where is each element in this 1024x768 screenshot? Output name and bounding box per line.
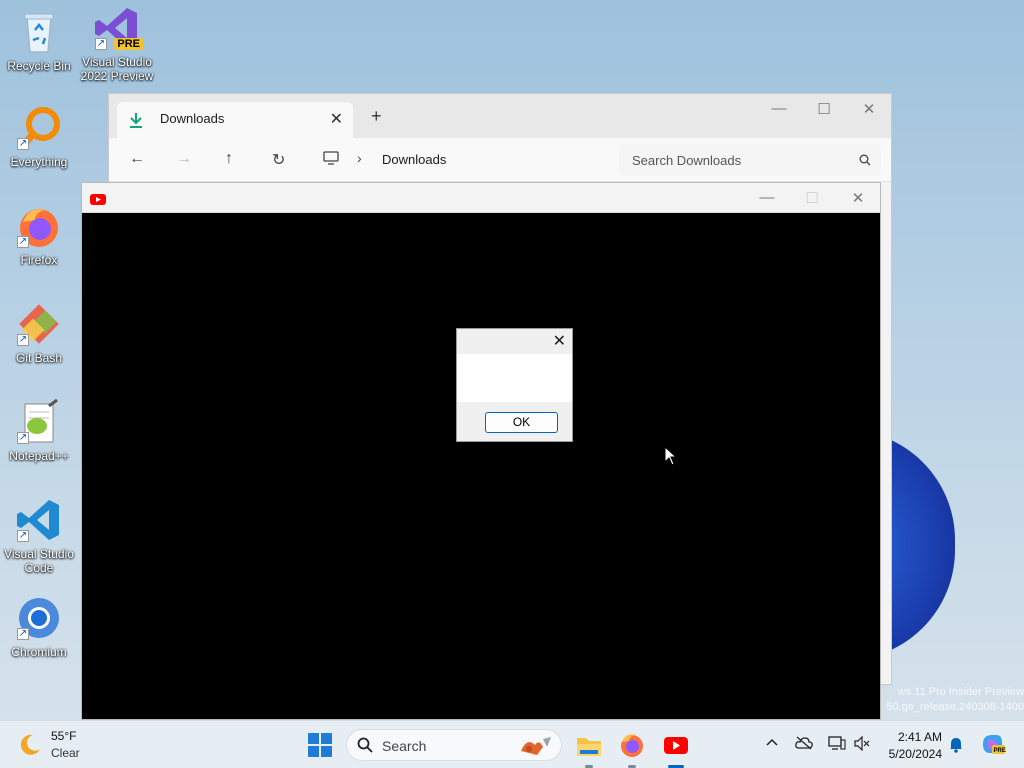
git-bash-icon: ↗ (15, 300, 63, 348)
everything-search-icon: ↗ (15, 104, 63, 152)
svg-text:PRE: PRE (994, 748, 1006, 754)
moon-weather-icon[interactable] (18, 733, 42, 762)
desktop-icon-vscode[interactable]: ↗ Visual Studio Code (1, 496, 77, 575)
shortcut-arrow-icon: ↗ (17, 530, 29, 542)
explorer-nav-bar: ← → ↑ ↻ › Downloads Search Downloads (109, 138, 891, 182)
taskbar: 55°F Clear Search 2:41 AM 5/20/2024 PRE (0, 720, 1024, 768)
up-button[interactable]: ↑ (225, 150, 233, 168)
explorer-minimize-button[interactable]: — (764, 100, 794, 117)
watermark-line-1: ws 11 Pro Insider Preview (897, 686, 1024, 698)
explorer-maximize-button[interactable]: ☐ (809, 100, 839, 118)
start-button[interactable] (307, 732, 333, 758)
taskbar-youtube[interactable] (658, 729, 694, 768)
clock-date[interactable]: 5/20/2024 (882, 747, 942, 761)
dialog-close-button[interactable]: ✕ (553, 331, 566, 351)
desktop-icon-label: Visual Studio Code (4, 547, 74, 575)
desktop-icon-label: Firefox (20, 253, 58, 267)
weather-temperature[interactable]: 55°F (51, 729, 76, 743)
youtube-icon (664, 737, 688, 754)
taskbar-file-explorer[interactable] (571, 729, 607, 768)
desktop-icon-chromium[interactable]: ↗ Chromium (1, 594, 77, 659)
search-icon (859, 153, 871, 171)
notification-bell-icon[interactable] (949, 737, 963, 758)
chevron-up-icon[interactable] (766, 736, 778, 754)
dialog-message-area (457, 354, 572, 402)
weather-condition[interactable]: Clear (51, 746, 80, 760)
desktop-icon-recycle-bin[interactable]: Recycle Bin (1, 8, 77, 73)
desktop-icon-git-bash[interactable]: ↗ Git Bash (1, 300, 77, 365)
youtube-titlebar: — ☐ ✕ (82, 183, 880, 213)
pre-badge: PRE (114, 38, 143, 50)
search-label: Search (382, 738, 427, 754)
download-icon (129, 112, 143, 133)
search-placeholder: Search Downloads (632, 153, 742, 168)
taskbar-search-box[interactable]: Search (346, 729, 562, 761)
recycle-bin-icon (15, 8, 63, 56)
refresh-button[interactable]: ↻ (272, 150, 285, 170)
desktop-icon-label: Everything (10, 155, 68, 169)
youtube-maximize-button[interactable]: ☐ (797, 189, 827, 207)
network-icon[interactable] (828, 736, 846, 756)
explorer-close-button[interactable]: ✕ (854, 100, 884, 118)
youtube-logo-icon (90, 192, 106, 210)
shortcut-arrow-icon: ↗ (17, 138, 29, 150)
search-highlight-art-icon (517, 733, 555, 759)
watermark-line-2: 50.ge_release.240308-1400 (886, 701, 1024, 713)
windows-logo-icon (308, 733, 332, 757)
shortcut-arrow-icon: ↗ (17, 628, 29, 640)
build-watermark: ws 11 Pro Insider Preview 50.ge_release.… (882, 685, 1024, 715)
mouse-cursor-icon (664, 445, 678, 471)
new-tab-button[interactable]: + (371, 106, 382, 127)
desktop-icon-everything[interactable]: ↗ Everything (1, 104, 77, 169)
tab-close-button[interactable]: ✕ (330, 109, 343, 129)
forward-button[interactable]: → (176, 150, 192, 168)
shortcut-arrow-icon: ↗ (95, 38, 107, 50)
youtube-close-button[interactable]: ✕ (843, 189, 873, 207)
shortcut-arrow-icon: ↗ (17, 334, 29, 346)
notepad-plus-plus-icon: ↗ (15, 398, 63, 446)
volume-muted-icon[interactable] (854, 735, 870, 756)
message-dialog[interactable]: ✕ OK (456, 328, 573, 442)
breadcrumb-chevron-icon[interactable]: › (357, 150, 362, 166)
explorer-search-input[interactable]: Search Downloads (619, 144, 881, 176)
desktop-icon-visual-studio-preview[interactable]: PRE ↗ Visual Studio 2022 Preview (79, 4, 155, 83)
visual-studio-preview-icon: PRE ↗ (93, 4, 143, 52)
shortcut-arrow-icon: ↗ (17, 432, 29, 444)
explorer-tab-bar: Downloads ✕ + — ☐ ✕ (109, 94, 891, 138)
desktop-icon-notepad-plus-plus[interactable]: ↗ Notepad++ (1, 398, 77, 463)
desktop-icon-label: Recycle Bin (7, 59, 71, 73)
desktop-icon-label: Visual Studio 2022 Preview (80, 55, 154, 83)
folder-icon (577, 738, 601, 756)
chromium-icon: ↗ (15, 594, 63, 642)
youtube-minimize-button[interactable]: — (752, 189, 782, 206)
vscode-icon: ↗ (15, 496, 63, 544)
shortcut-arrow-icon: ↗ (17, 236, 29, 248)
desktop-icon-label: Chromium (11, 645, 67, 659)
tab-title: Downloads (160, 111, 225, 126)
tab-downloads[interactable]: Downloads ✕ (117, 102, 353, 138)
desktop-icon-label: Git Bash (15, 351, 63, 365)
ok-button[interactable]: OK (485, 412, 558, 433)
firefox-icon (621, 734, 643, 757)
desktop-icon-label: Notepad++ (9, 449, 69, 463)
this-pc-icon (323, 151, 339, 170)
firefox-icon: ↗ (15, 202, 63, 250)
breadcrumb-downloads[interactable]: Downloads (382, 152, 446, 167)
youtube-app-window[interactable]: — ☐ ✕ (81, 182, 881, 720)
taskbar-firefox[interactable] (614, 729, 650, 768)
onedrive-offline-icon[interactable] (795, 736, 813, 755)
back-button[interactable]: ← (129, 150, 145, 168)
clock-time[interactable]: 2:41 AM (890, 730, 942, 744)
search-icon (357, 737, 373, 758)
copilot-icon[interactable]: PRE (980, 732, 1006, 761)
desktop-icon-firefox[interactable]: ↗ Firefox (1, 202, 77, 267)
